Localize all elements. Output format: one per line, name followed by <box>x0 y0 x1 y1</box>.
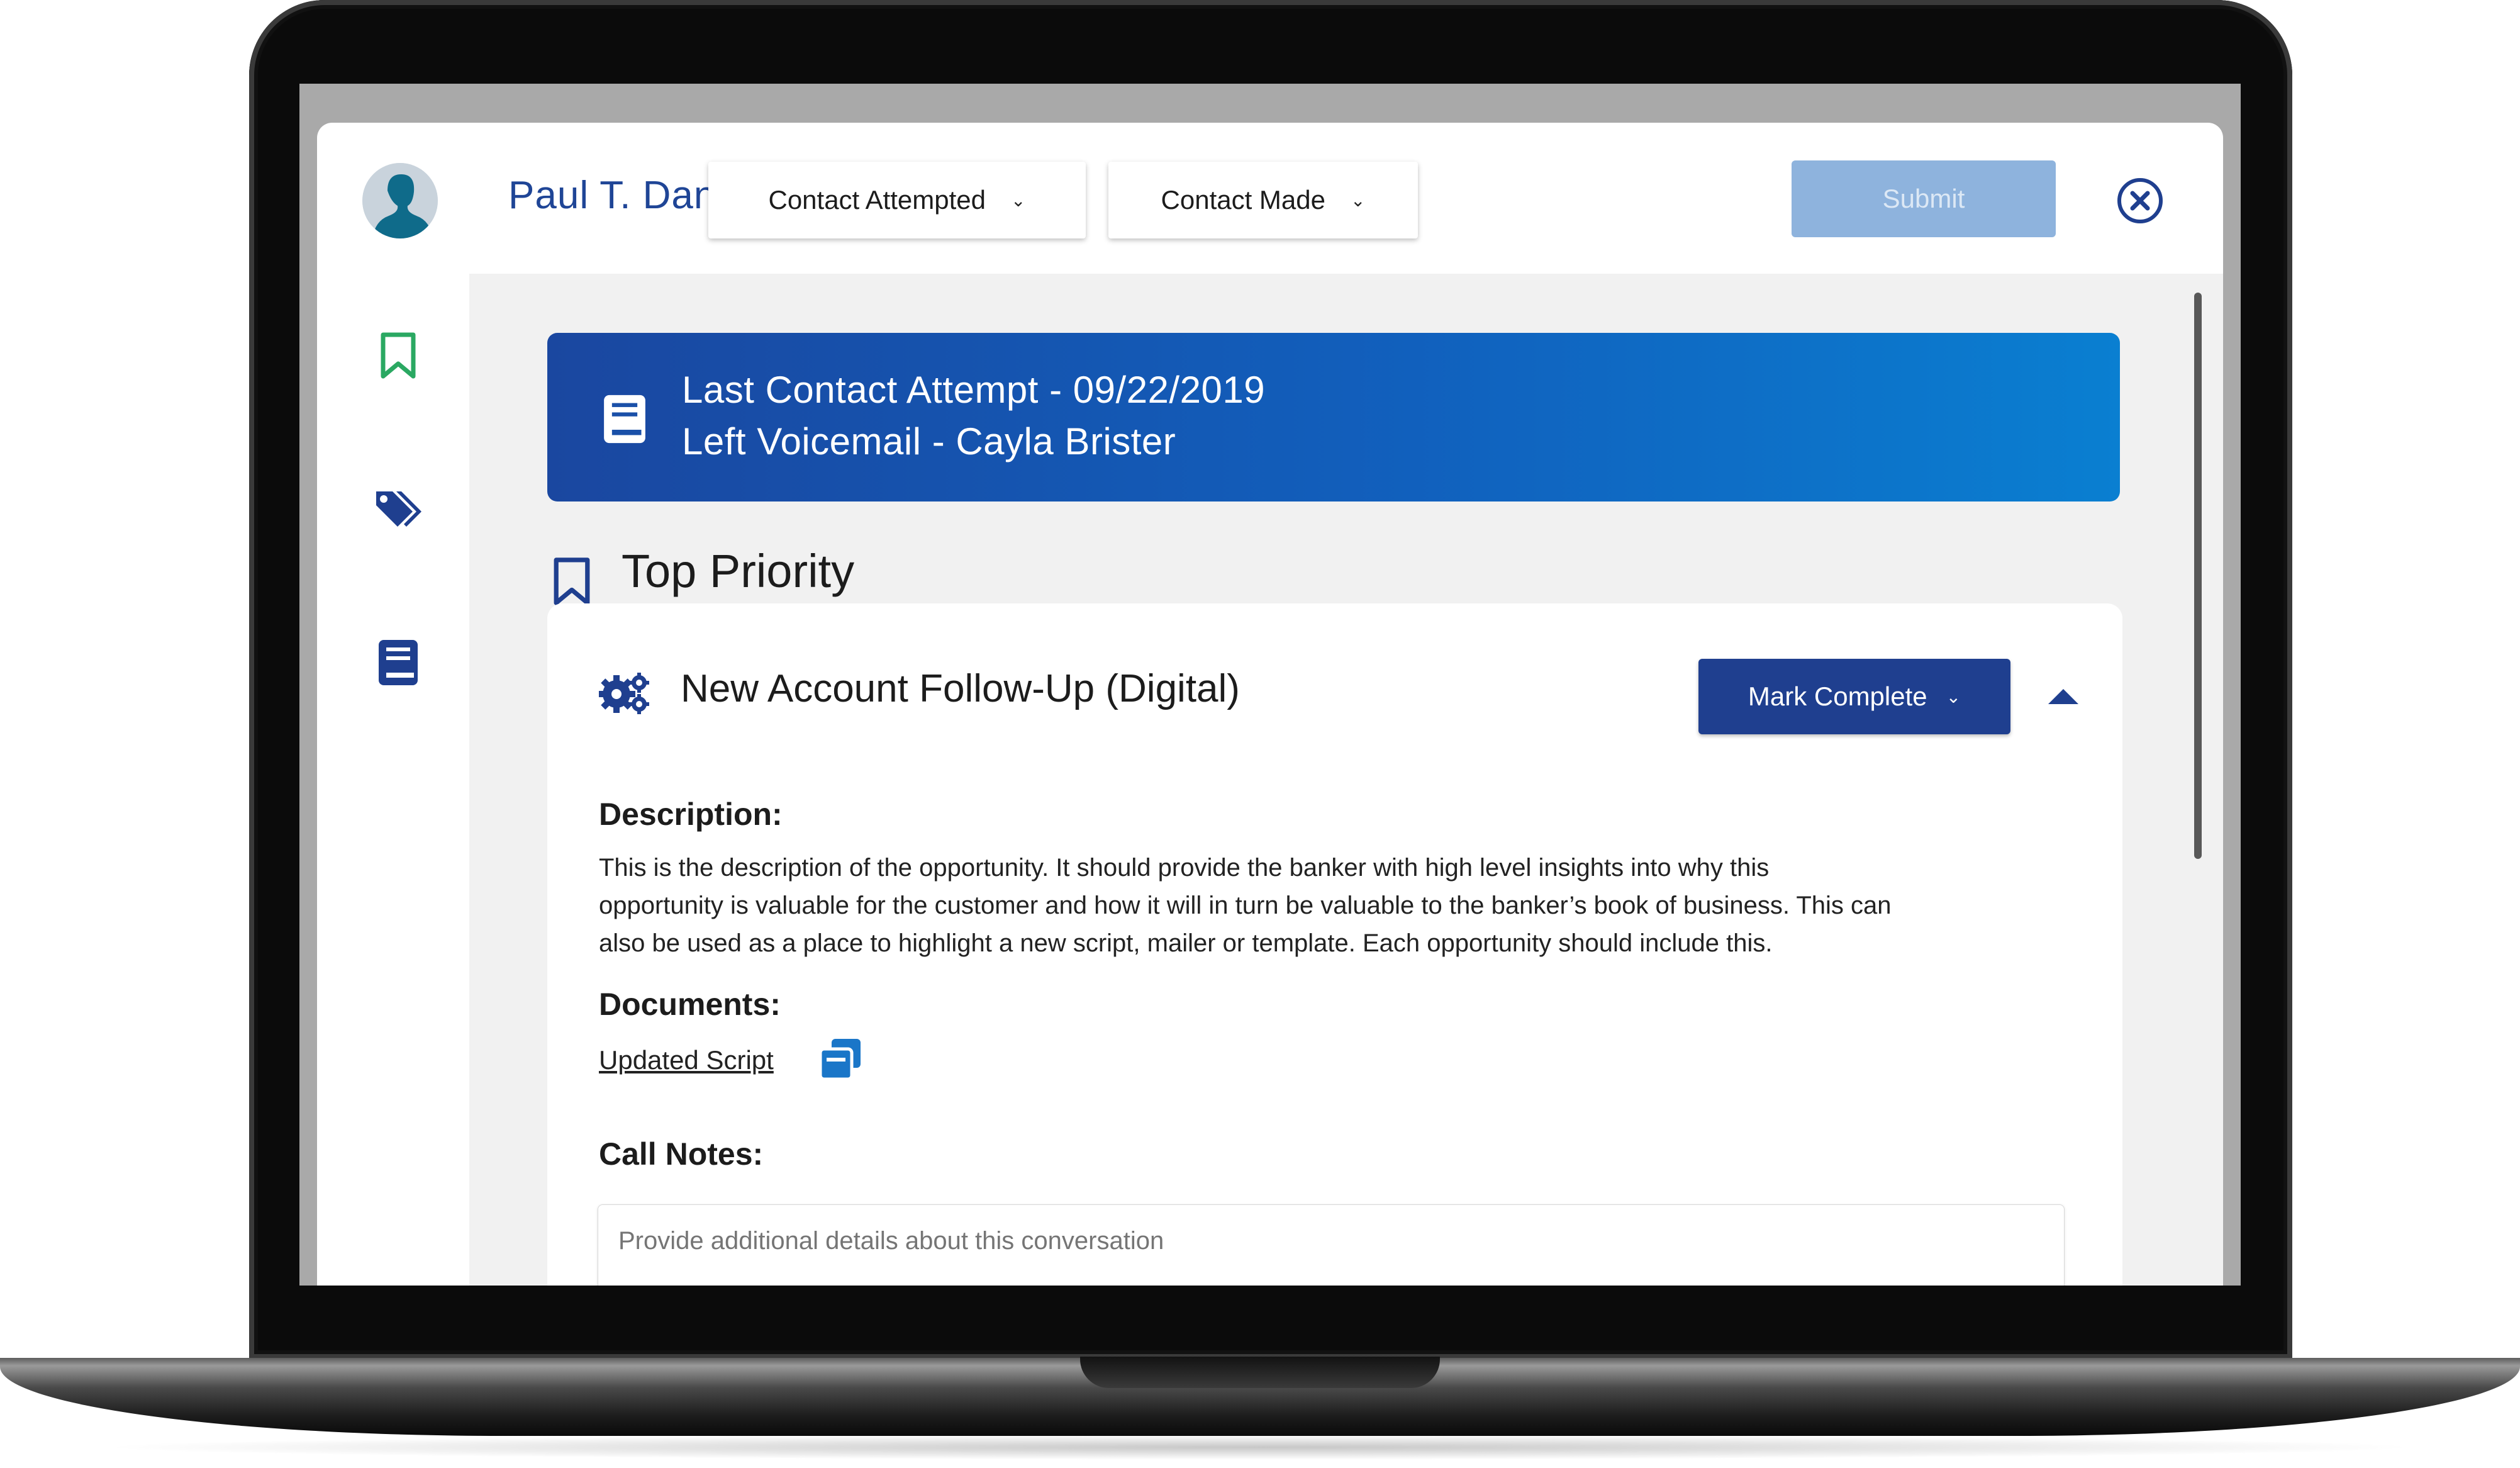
main-content: Last Contact Attempt - 09/22/2019 Left V… <box>469 274 2223 1286</box>
description-line: also be used as a place to highlight a n… <box>599 929 1773 957</box>
contact-attempted-label: Contact Attempted <box>768 185 986 215</box>
description-line: This is the description of the opportuni… <box>599 854 1770 882</box>
description-line: opportunity is valuable for the customer… <box>599 892 1892 919</box>
section-title: Top Priority <box>622 545 855 597</box>
tag-icon[interactable] <box>374 488 423 533</box>
bookmark-icon[interactable] <box>379 332 417 379</box>
opportunity-title: New Account Follow-Up (Digital) <box>681 667 1240 710</box>
chevron-down-icon: ⌄ <box>1011 190 1026 210</box>
chevron-down-icon: ⌄ <box>1946 686 1961 707</box>
last-contact-attempt: Last Contact Attempt - 09/22/2019 <box>682 369 1266 411</box>
book-icon <box>604 395 645 444</box>
mark-complete-button[interactable]: Mark Complete ⌄ <box>1698 659 2010 734</box>
description-label: Description: <box>599 797 783 832</box>
contact-made-dropdown[interactable]: Contact Made ⌄ <box>1108 162 1418 238</box>
documents-label: Documents: <box>599 987 781 1022</box>
caret-up-icon[interactable] <box>2047 686 2080 705</box>
last-contact-banner: Last Contact Attempt - 09/22/2019 Left V… <box>547 333 2120 501</box>
opportunity-modal: Paul T. Dano Contact Attempted ⌄ Contact… <box>317 123 2223 1286</box>
screen: Paul T. Dano Contact Attempted ⌄ Contact… <box>299 84 2241 1286</box>
laptop-notch <box>1080 1357 1440 1388</box>
call-notes-input[interactable] <box>617 1226 2004 1256</box>
customer-name: Paul T. Dano <box>508 174 739 217</box>
laptop-shadow <box>94 1435 2426 1460</box>
last-contact-detail: Left Voicemail - Cayla Brister <box>682 420 1176 462</box>
scrollbar[interactable] <box>2194 293 2202 859</box>
submit-button[interactable]: Submit <box>1792 160 2056 237</box>
contact-made-label: Contact Made <box>1161 185 1325 215</box>
call-notes-field[interactable] <box>598 1204 2065 1286</box>
updated-script-link[interactable]: Updated Script <box>599 1045 774 1075</box>
close-icon[interactable] <box>2116 177 2164 225</box>
contact-attempted-dropdown[interactable]: Contact Attempted ⌄ <box>708 162 1086 238</box>
mark-complete-label: Mark Complete <box>1748 681 1927 711</box>
copy-icon[interactable] <box>818 1036 863 1082</box>
description-text: This is the description of the opportuni… <box>599 849 2046 962</box>
gears-icon <box>599 673 649 714</box>
user-avatar-icon <box>362 163 438 238</box>
bookmark-icon <box>554 558 590 605</box>
book-icon[interactable] <box>377 639 419 686</box>
call-notes-label: Call Notes: <box>599 1136 764 1172</box>
chevron-down-icon: ⌄ <box>1351 190 1366 210</box>
opportunity-card: New Account Follow-Up (Digital) Mark Com… <box>547 603 2122 1286</box>
